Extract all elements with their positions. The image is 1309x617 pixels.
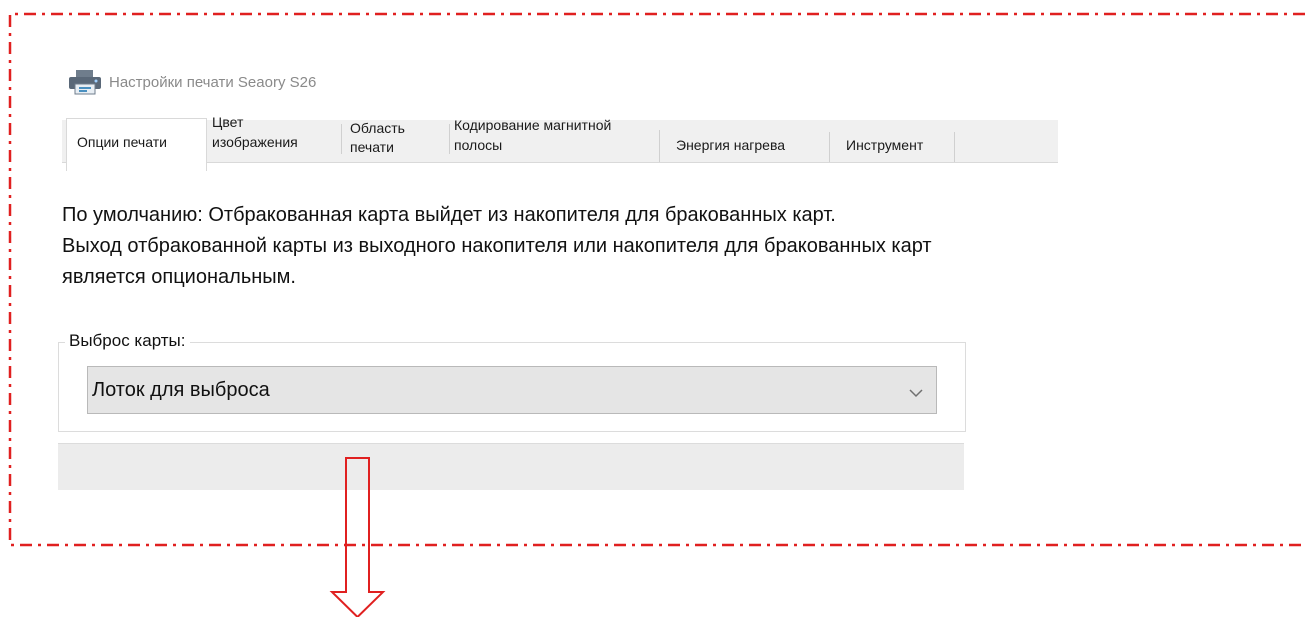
down-arrow-icon	[329, 457, 386, 617]
